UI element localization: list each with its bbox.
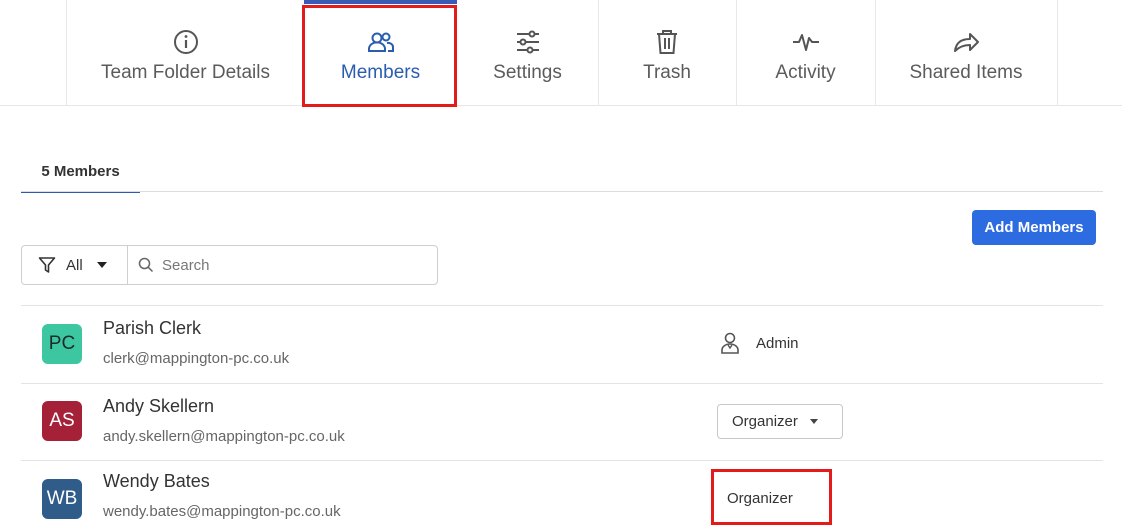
filter-label: All (66, 256, 83, 274)
tab-label: Team Folder Details (101, 62, 270, 83)
row-divider (21, 460, 1103, 461)
add-members-button[interactable]: Add Members (972, 210, 1096, 245)
tab-team-folder-details[interactable]: Team Folder Details (67, 0, 304, 106)
caret-down-icon (809, 419, 818, 424)
tab-activity[interactable]: Activity (736, 0, 875, 106)
activity-icon (792, 28, 820, 56)
tab-shared-items[interactable]: Shared Items (875, 0, 1057, 106)
tab-settings[interactable]: Settings (457, 0, 598, 106)
share-arrow-icon (952, 28, 980, 56)
subtab-divider (21, 191, 1103, 192)
tab-trash[interactable]: Trash (598, 0, 736, 106)
member-email: wendy.bates@mappington-pc.co.uk (103, 503, 341, 520)
member-name: Andy Skellern (103, 396, 215, 416)
search-icon (138, 257, 154, 273)
caret-down-icon (96, 262, 107, 268)
role-dropdown-value: Organizer (732, 413, 798, 430)
sliders-icon (514, 28, 542, 56)
row-divider (21, 305, 1103, 306)
row-divider (21, 383, 1103, 384)
role-dropdown[interactable]: Organizer (717, 404, 843, 439)
tab-members-count[interactable]: 5 Members (21, 160, 140, 193)
team-folder-tab-bar: Team Folder Details Members Settings Tra… (0, 0, 1122, 106)
member-email: andy.skellern@mappington-pc.co.uk (103, 428, 345, 445)
admin-user-icon (720, 332, 740, 354)
avatar: AS (42, 401, 82, 441)
trash-icon (653, 28, 681, 56)
highlight-box (711, 469, 832, 525)
info-icon (172, 28, 200, 56)
tab-label: Settings (493, 62, 562, 83)
search-input[interactable] (162, 256, 422, 274)
search-box[interactable] (127, 245, 438, 285)
filter-icon (38, 256, 56, 274)
active-tab-indicator (304, 0, 457, 4)
member-name: Wendy Bates (103, 471, 210, 491)
avatar: WB (42, 479, 82, 519)
member-email: clerk@mappington-pc.co.uk (103, 350, 290, 367)
tab-label: Activity (775, 62, 836, 83)
tab-label: Trash (643, 62, 691, 83)
tab-divider (1057, 0, 1058, 106)
highlight-box (302, 5, 457, 107)
avatar: PC (42, 324, 82, 364)
member-name: Parish Clerk (103, 318, 202, 338)
member-role: Admin (756, 335, 799, 352)
tab-label: Shared Items (909, 62, 1023, 83)
filter-dropdown[interactable]: All (21, 245, 128, 285)
